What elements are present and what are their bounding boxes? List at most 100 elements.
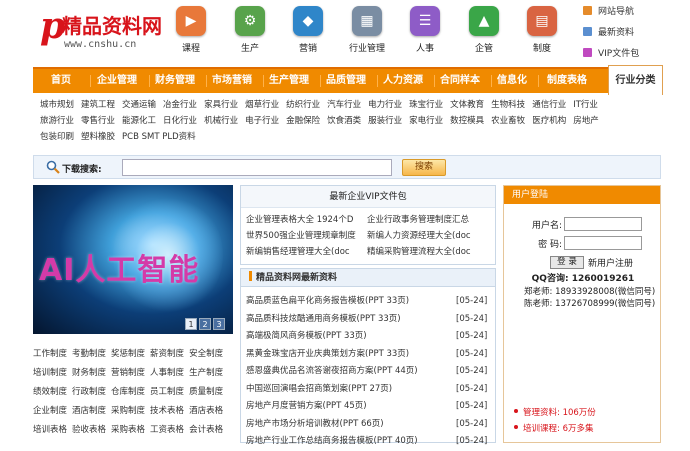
banner-page[interactable]: 2 [199, 318, 211, 330]
subcat-link[interactable]: 建筑工程 [81, 97, 115, 113]
category-course[interactable]: ▶ 课程 [168, 6, 214, 56]
subcat-link[interactable]: 交通运输 [122, 97, 156, 113]
subcat-link[interactable]: 塑料橡胶 [81, 129, 115, 145]
subcat-link[interactable]: 电力行业 [368, 97, 402, 113]
nav-item[interactable]: 首页 [51, 69, 71, 93]
system-link[interactable]: 酒店表格 [189, 402, 223, 421]
subcat-link[interactable]: 医疗机构 [532, 113, 566, 129]
system-link[interactable]: 培训表格 [33, 421, 67, 440]
nav-item[interactable]: 市场营销 [212, 69, 252, 93]
vip-link[interactable]: 企业管理表格大全 1924个D [246, 212, 367, 228]
subcat-link[interactable]: PCB SMT PLD资料 [122, 129, 196, 145]
tab-industry-category[interactable]: 行业分类 [608, 65, 663, 95]
subcat-link[interactable]: 包装印刷 [40, 129, 74, 145]
subcat-link[interactable]: 金融保险 [286, 113, 320, 129]
system-link[interactable]: 奖惩制度 [111, 345, 145, 364]
news-item[interactable]: 高品质科技炫酷通用商务模板(PPT 33页) [05-24] [246, 311, 495, 329]
site-logo[interactable]: p 精品资料网 www.cnshu.cn [40, 4, 165, 54]
search-button[interactable]: 搜索 [402, 159, 446, 176]
category-system[interactable]: ▤ 制度 [519, 6, 565, 56]
subcat-link[interactable]: 旅游行业 [40, 113, 74, 129]
latest-link[interactable]: 最新资料 [583, 21, 688, 42]
system-link[interactable]: 行政制度 [72, 383, 106, 402]
nav-item[interactable]: 人力资源 [383, 69, 423, 93]
subcat-link[interactable]: 农业畜牧 [491, 113, 525, 129]
subcat-link[interactable]: 汽车行业 [327, 97, 361, 113]
vip-link[interactable]: 世界500强企业管理规章制度 [246, 228, 367, 244]
nav-item[interactable]: 制度表格 [547, 69, 587, 93]
system-link[interactable]: 薪资制度 [150, 345, 184, 364]
subcat-link[interactable]: IT行业 [573, 97, 598, 113]
subcat-link[interactable]: 饮食酒类 [327, 113, 361, 129]
subcat-link[interactable]: 家电行业 [409, 113, 443, 129]
subcat-link[interactable]: 珠宝行业 [409, 97, 443, 113]
nav-item[interactable]: 合同样本 [440, 69, 480, 93]
system-link[interactable]: 员工制度 [150, 383, 184, 402]
news-item[interactable]: 高端极简风商务模板(PPT 33页) [05-24] [246, 328, 495, 346]
vip-link[interactable]: 企业行政事务管理制度汇总 [367, 212, 488, 228]
nav-item[interactable]: 信息化 [497, 69, 527, 93]
system-link[interactable]: 考勤制度 [72, 345, 106, 364]
subcat-link[interactable]: 服装行业 [368, 113, 402, 129]
subcat-link[interactable]: 冶金行业 [163, 97, 197, 113]
banner-page[interactable]: 3 [213, 318, 225, 330]
subcat-link[interactable]: 机械行业 [204, 113, 238, 129]
ai-banner[interactable]: AI人工智能 1 2 3 [33, 185, 233, 334]
login-button[interactable]: 登 录 [550, 256, 584, 269]
news-item[interactable]: 感恩盛典优品名流答谢夜招商方案(PPT 44页) [05-24] [246, 363, 495, 381]
system-link[interactable]: 验收表格 [72, 421, 106, 440]
nav-item[interactable]: 品质管理 [326, 69, 366, 93]
system-link[interactable]: 采购制度 [111, 402, 145, 421]
vip-link[interactable]: 新编销售经理管理大全(doc [246, 244, 367, 260]
subcat-link[interactable]: 房地产 [573, 113, 599, 129]
category-marketing[interactable]: ◆ 营销 [285, 6, 331, 56]
system-link[interactable]: 企业制度 [33, 402, 67, 421]
system-link[interactable]: 技术表格 [150, 402, 184, 421]
subcat-link[interactable]: 城市规划 [40, 97, 74, 113]
news-item[interactable]: 房地产月度营销方案(PPT 45页) [05-24] [246, 398, 495, 416]
category-production[interactable]: ⚙ 生产 [227, 6, 273, 56]
news-item[interactable]: 高品质蓝色扁平化商务报告模板(PPT 33页) [05-24] [246, 293, 495, 311]
category-hr[interactable]: ☰ 人事 [402, 6, 448, 56]
system-link[interactable]: 绩效制度 [33, 383, 67, 402]
subcat-link[interactable]: 烟草行业 [245, 97, 279, 113]
system-link[interactable]: 酒店制度 [72, 402, 106, 421]
vip-link[interactable]: 新编人力资源经理大全(doc [367, 228, 488, 244]
system-link[interactable]: 人事制度 [150, 364, 184, 383]
category-enterprise[interactable]: ▲ 企管 [461, 6, 507, 56]
system-link[interactable]: 质量制度 [189, 383, 223, 402]
system-link[interactable]: 仓库制度 [111, 383, 145, 402]
nav-item[interactable]: 企业管理 [97, 69, 137, 93]
system-link[interactable]: 财务制度 [72, 364, 106, 383]
category-industry[interactable]: ▦ 行业管理 [344, 6, 390, 56]
system-link[interactable]: 安全制度 [189, 345, 223, 364]
news-item[interactable]: 房地产市场分析培训教材(PPT 66页) [05-24] [246, 416, 495, 434]
system-link[interactable]: 营销制度 [111, 364, 145, 383]
search-input[interactable] [122, 159, 392, 176]
subcat-link[interactable]: 文体教育 [450, 97, 484, 113]
system-link[interactable]: 工作制度 [33, 345, 67, 364]
subcat-link[interactable]: 生物科技 [491, 97, 525, 113]
subcat-link[interactable]: 电子行业 [245, 113, 279, 129]
subcat-link[interactable]: 纺织行业 [286, 97, 320, 113]
news-item[interactable]: 黑黄金珠宝店开业庆典策划方案(PPT 33页) [05-24] [246, 346, 495, 364]
password-input[interactable] [564, 236, 642, 250]
subcat-link[interactable]: 家具行业 [204, 97, 238, 113]
news-item[interactable]: 房地产行业工作总结商务报告模板(PPT 40页) [05-24] [246, 433, 495, 451]
vip-link[interactable]: 精编采购管理流程大全(doc [367, 244, 488, 260]
nav-item[interactable]: 财务管理 [155, 69, 195, 93]
subcat-link[interactable]: 零售行业 [81, 113, 115, 129]
news-item[interactable]: 中国巡回演唱会招商策划案(PPT 27页) [05-24] [246, 381, 495, 399]
vip-link[interactable]: VIP文件包 [583, 42, 688, 63]
system-link[interactable]: 培训制度 [33, 364, 67, 383]
subcat-link[interactable]: 数控模具 [450, 113, 484, 129]
system-link[interactable]: 会计表格 [189, 421, 223, 440]
banner-page[interactable]: 1 [185, 318, 197, 330]
subcat-link[interactable]: 能源化工 [122, 113, 156, 129]
username-input[interactable] [564, 217, 642, 231]
system-link[interactable]: 工资表格 [150, 421, 184, 440]
nav-item[interactable]: 生产管理 [269, 69, 309, 93]
site-nav-link[interactable]: 网站导航 [583, 0, 688, 21]
subcat-link[interactable]: 通信行业 [532, 97, 566, 113]
subcat-link[interactable]: 日化行业 [163, 113, 197, 129]
